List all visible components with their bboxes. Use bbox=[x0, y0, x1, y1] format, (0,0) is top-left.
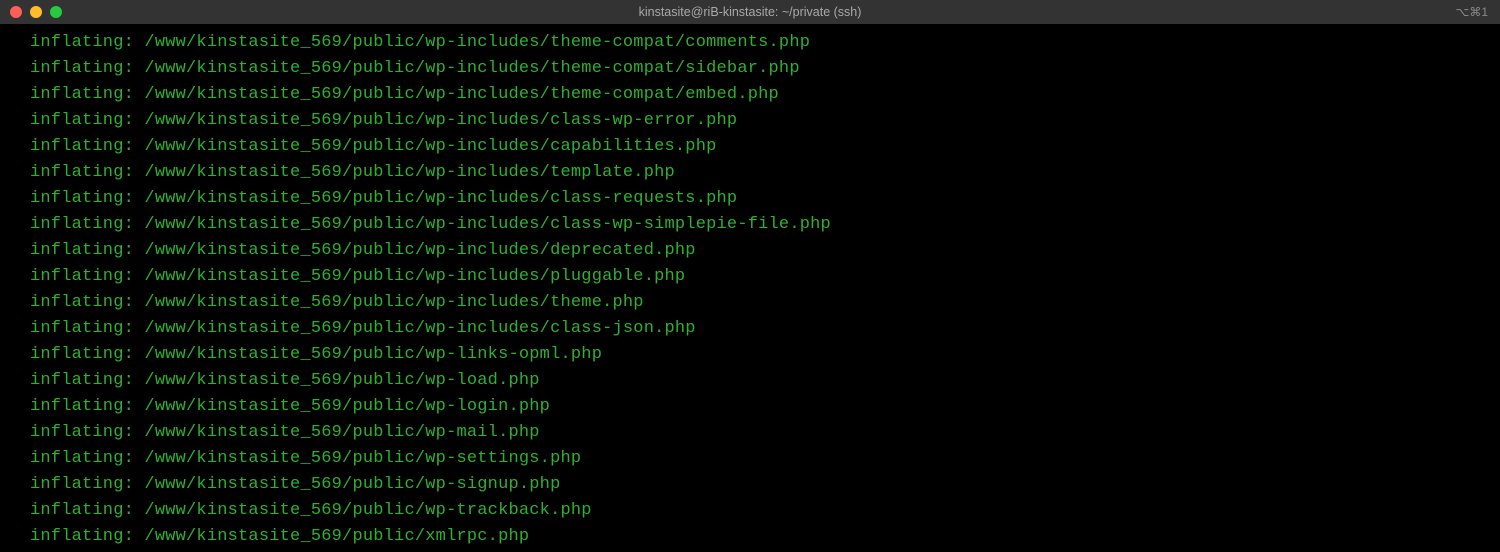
terminal-line: inflating: /www/kinstasite_569/public/wp… bbox=[30, 290, 1500, 316]
terminal-line: inflating: /www/kinstasite_569/public/wp… bbox=[30, 160, 1500, 186]
terminal-line: inflating: /www/kinstasite_569/public/wp… bbox=[30, 134, 1500, 160]
terminal-line: inflating: /www/kinstasite_569/public/xm… bbox=[30, 524, 1500, 550]
terminal-line: inflating: /www/kinstasite_569/public/wp… bbox=[30, 472, 1500, 498]
terminal-line: inflating: /www/kinstasite_569/public/wp… bbox=[30, 238, 1500, 264]
terminal-output: inflating: /www/kinstasite_569/public/wp… bbox=[0, 24, 1500, 550]
terminal-line: inflating: /www/kinstasite_569/public/wp… bbox=[30, 420, 1500, 446]
terminal-line: inflating: /www/kinstasite_569/public/wp… bbox=[30, 56, 1500, 82]
traffic-lights bbox=[10, 6, 62, 18]
terminal-line: inflating: /www/kinstasite_569/public/wp… bbox=[30, 394, 1500, 420]
terminal-line: inflating: /www/kinstasite_569/public/wp… bbox=[30, 316, 1500, 342]
window-titlebar: kinstasite@riB-kinstasite: ~/private (ss… bbox=[0, 0, 1500, 24]
terminal-line: inflating: /www/kinstasite_569/public/wp… bbox=[30, 186, 1500, 212]
terminal-line: inflating: /www/kinstasite_569/public/wp… bbox=[30, 342, 1500, 368]
terminal-line: inflating: /www/kinstasite_569/public/wp… bbox=[30, 264, 1500, 290]
terminal-line: inflating: /www/kinstasite_569/public/wp… bbox=[30, 368, 1500, 394]
terminal-line: inflating: /www/kinstasite_569/public/wp… bbox=[30, 30, 1500, 56]
zoom-icon[interactable] bbox=[50, 6, 62, 18]
terminal-line: inflating: /www/kinstasite_569/public/wp… bbox=[30, 446, 1500, 472]
keyboard-shortcut-indicator: ⌥⌘1 bbox=[1455, 5, 1488, 19]
minimize-icon[interactable] bbox=[30, 6, 42, 18]
close-icon[interactable] bbox=[10, 6, 22, 18]
window-title: kinstasite@riB-kinstasite: ~/private (ss… bbox=[639, 5, 862, 19]
terminal-line: inflating: /www/kinstasite_569/public/wp… bbox=[30, 498, 1500, 524]
terminal-line: inflating: /www/kinstasite_569/public/wp… bbox=[30, 108, 1500, 134]
terminal-line: inflating: /www/kinstasite_569/public/wp… bbox=[30, 82, 1500, 108]
terminal-line: inflating: /www/kinstasite_569/public/wp… bbox=[30, 212, 1500, 238]
